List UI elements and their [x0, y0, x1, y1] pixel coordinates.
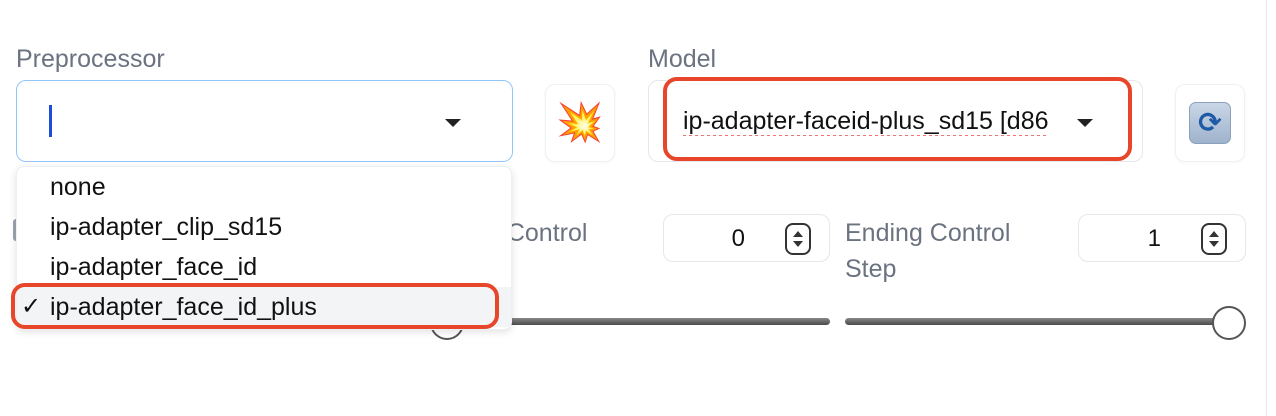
increment-arrow-icon[interactable]: [1209, 231, 1219, 237]
option-label: none: [50, 173, 106, 201]
starting-control-step-value: 0: [731, 225, 745, 252]
ending-control-step-input[interactable]: 1: [1078, 214, 1246, 262]
model-label: Model: [648, 45, 717, 73]
preprocessor-label: Preprocessor: [16, 45, 165, 73]
option-highlight-annotation: [11, 283, 499, 329]
run-preprocessor-button[interactable]: 💥: [545, 84, 615, 162]
decrement-arrow-icon[interactable]: [1209, 241, 1219, 247]
collision-icon: 💥: [556, 102, 604, 144]
list-item[interactable]: none: [17, 167, 511, 207]
list-item[interactable]: ip-adapter_clip_sd15: [17, 207, 511, 247]
refresh-models-button[interactable]: ⟳: [1175, 84, 1245, 162]
stepper-icon[interactable]: [1201, 223, 1227, 255]
starting-control-step-input[interactable]: 0: [663, 214, 830, 262]
chevron-down-icon[interactable]: [445, 119, 461, 127]
model-highlight-annotation: [663, 77, 1132, 161]
text-cursor: [49, 105, 52, 137]
ending-control-step-slider[interactable]: [845, 318, 1235, 325]
ending-control-step-thumb[interactable]: [1212, 306, 1246, 340]
panel-right-border: [1266, 0, 1267, 416]
increment-arrow-icon[interactable]: [793, 231, 803, 237]
option-label: ip-adapter_clip_sd15: [50, 213, 283, 241]
option-label: ip-adapter_face_id: [50, 253, 258, 281]
decrement-arrow-icon[interactable]: [793, 241, 803, 247]
ending-control-step-value: 1: [1147, 225, 1161, 252]
refresh-icon: ⟳: [1189, 102, 1231, 144]
stepper-icon[interactable]: [785, 223, 811, 255]
ending-control-step-label: Ending Control Step: [845, 219, 1011, 283]
preprocessor-select[interactable]: [16, 80, 513, 162]
list-item[interactable]: ip-adapter_face_id: [17, 247, 511, 287]
